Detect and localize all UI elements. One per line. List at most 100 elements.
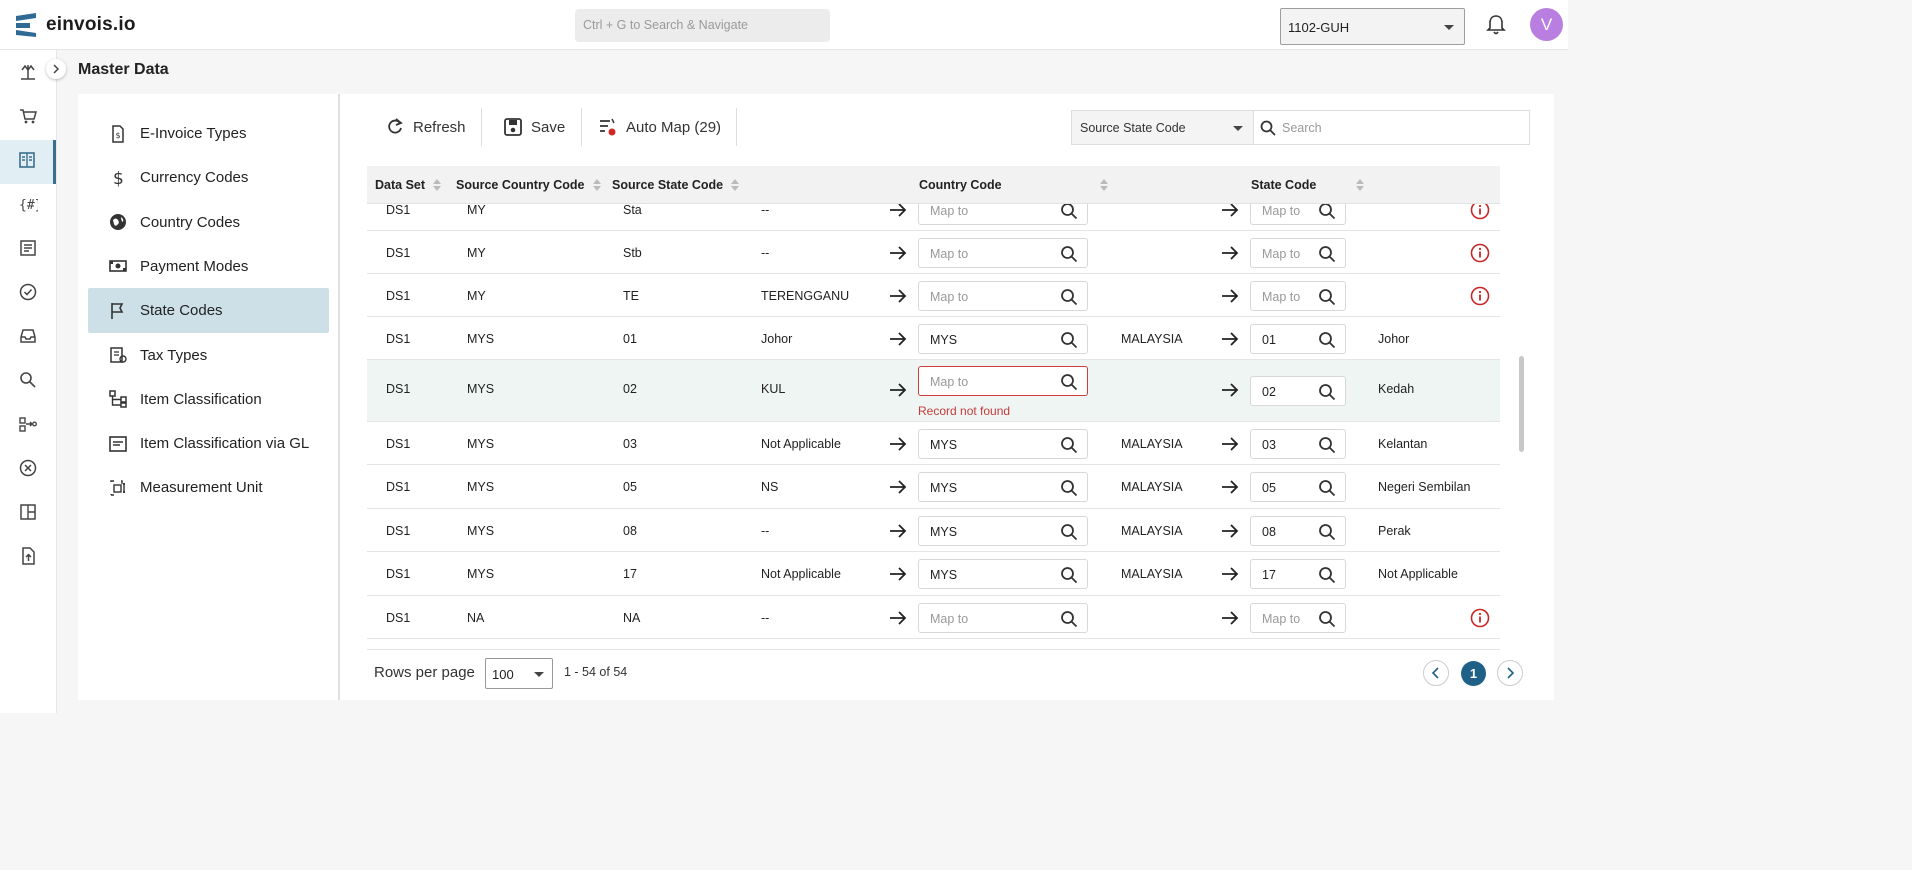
- nav-item-payment-modes[interactable]: Payment Modes: [88, 244, 329, 289]
- grid-scrollbar[interactable]: [1519, 356, 1524, 452]
- prev-page-button[interactable]: [1423, 660, 1449, 686]
- search-icon[interactable]: [1060, 436, 1078, 457]
- country-code-input[interactable]: Map to: [918, 602, 1088, 633]
- rail-item-cancel-circle[interactable]: [0, 448, 56, 492]
- country-code-input[interactable]: Map to: [918, 204, 1088, 225]
- avatar[interactable]: V: [1530, 8, 1563, 41]
- search-icon[interactable]: [1318, 436, 1336, 457]
- state-code-input[interactable]: 05: [1250, 472, 1346, 502]
- toolbar-divider: [736, 108, 737, 146]
- country-code-input[interactable]: MYS: [918, 472, 1088, 502]
- rail-item-inbox[interactable]: [0, 316, 56, 360]
- nav-item-item-classification-via-gl[interactable]: Item Classification via GL: [88, 421, 329, 466]
- arrow-right-icon: [889, 245, 907, 263]
- search-icon[interactable]: [1318, 610, 1336, 631]
- expand-sidebar-button[interactable]: [46, 59, 66, 79]
- info-warning-icon[interactable]: [1470, 608, 1490, 631]
- info-warning-icon[interactable]: [1470, 204, 1490, 223]
- save-icon: [504, 118, 522, 136]
- state-code-input[interactable]: 01: [1250, 323, 1346, 354]
- state-code-input[interactable]: Map to: [1250, 204, 1346, 225]
- rail-item-cart[interactable]: [0, 96, 56, 140]
- nav-item-e-invoice-types[interactable]: $ E-Invoice Types: [88, 111, 329, 156]
- rail-item-book[interactable]: [0, 140, 56, 184]
- rail-item-upload-file[interactable]: [0, 536, 56, 580]
- search-icon[interactable]: [1318, 566, 1336, 587]
- rail-item-list[interactable]: [0, 228, 56, 272]
- country-code-input[interactable]: MYS: [918, 559, 1088, 589]
- search-icon[interactable]: [1318, 479, 1336, 500]
- rows-per-page-select[interactable]: 100: [485, 658, 553, 689]
- rail-item-check-circle[interactable]: [0, 272, 56, 316]
- country-code-input[interactable]: MYS: [918, 428, 1088, 459]
- country-code-input[interactable]: Map to: [918, 366, 1088, 396]
- rail-item-code[interactable]: {#}: [0, 184, 56, 228]
- column-header-country-code[interactable]: Country Code: [919, 178, 1002, 192]
- country-code-input[interactable]: Map to: [918, 280, 1088, 311]
- sort-icon[interactable]: [592, 179, 601, 191]
- nav-item-measurement-unit[interactable]: Measurement Unit: [88, 465, 329, 510]
- state-code-input[interactable]: Map to: [1250, 237, 1346, 268]
- search-icon[interactable]: [1318, 331, 1336, 352]
- grid-search-input[interactable]: Search: [1253, 110, 1530, 145]
- sort-icon[interactable]: [1356, 179, 1364, 191]
- search-icon[interactable]: [1318, 245, 1336, 266]
- column-header-dataset[interactable]: Data Set: [375, 178, 442, 192]
- refresh-button[interactable]: Refresh: [385, 116, 466, 138]
- state-code-input[interactable]: 03: [1250, 428, 1346, 459]
- search-icon[interactable]: [1318, 204, 1336, 223]
- page-number-button[interactable]: 1: [1461, 661, 1486, 686]
- rail-item-flow[interactable]: [0, 404, 56, 448]
- search-field-select[interactable]: Source State Code: [1071, 110, 1254, 145]
- nav-item-label: Item Classification via GL: [140, 435, 310, 453]
- source-country-cell: MY: [467, 204, 486, 217]
- rail-item-layout[interactable]: [0, 492, 56, 536]
- sort-icon[interactable]: [433, 179, 442, 191]
- country-code-input[interactable]: MYS: [918, 515, 1088, 546]
- nav-item-tax-types[interactable]: Tax Types: [88, 333, 329, 378]
- table-row: DS1 MYS 05 NS MYS MALAYSIA 05 Negeri Sembilan: [367, 465, 1500, 509]
- sort-icon[interactable]: [731, 179, 740, 191]
- nav-item-state-codes[interactable]: State Codes: [88, 288, 329, 334]
- organization-select[interactable]: 1102-GUH: [1280, 8, 1465, 45]
- search-icon[interactable]: [1060, 331, 1078, 352]
- logo[interactable]: einvois.io: [14, 12, 136, 38]
- search-icon[interactable]: [1318, 383, 1336, 404]
- search-icon[interactable]: [1060, 204, 1078, 223]
- search-icon[interactable]: [1060, 479, 1078, 500]
- state-code-input[interactable]: Map to: [1250, 602, 1346, 633]
- search-icon[interactable]: [1060, 523, 1078, 544]
- nav-item-item-classification[interactable]: Item Classification: [88, 377, 329, 422]
- info-warning-icon[interactable]: [1470, 286, 1490, 309]
- sort-icon[interactable]: [1100, 179, 1108, 191]
- info-warning-icon[interactable]: [1470, 243, 1490, 266]
- save-button[interactable]: Save: [503, 116, 565, 138]
- global-search-input[interactable]: Ctrl + G to Search & Navigate: [575, 9, 830, 42]
- search-icon[interactable]: [1060, 288, 1078, 309]
- column-header-source-state[interactable]: Source State Code: [612, 178, 740, 192]
- search-icon[interactable]: [1060, 373, 1078, 394]
- state-code-input[interactable]: 08: [1250, 515, 1346, 546]
- chevron-down-icon: [1444, 25, 1454, 30]
- flow-icon: [18, 414, 38, 439]
- search-icon[interactable]: [1060, 245, 1078, 266]
- notification-bell-icon[interactable]: [1486, 14, 1506, 41]
- state-code-input[interactable]: Map to: [1250, 280, 1346, 311]
- search-icon[interactable]: [1060, 566, 1078, 587]
- state-code-input[interactable]: 02: [1250, 376, 1346, 406]
- next-page-button[interactable]: [1497, 660, 1523, 686]
- country-code-input[interactable]: MYS: [918, 323, 1088, 354]
- nav-item-currency-codes[interactable]: $ Currency Codes: [88, 155, 329, 200]
- rail-item-search[interactable]: [0, 360, 56, 404]
- column-header-source-country[interactable]: Source Country Code: [456, 178, 601, 192]
- column-header-state-code[interactable]: State Code: [1251, 178, 1316, 192]
- state-code-value: Map to: [1262, 246, 1301, 261]
- search-icon[interactable]: [1060, 610, 1078, 631]
- refresh-label: Refresh: [413, 118, 466, 136]
- nav-item-country-codes[interactable]: Country Codes: [88, 200, 329, 245]
- state-code-input[interactable]: 17: [1250, 559, 1346, 589]
- search-icon[interactable]: [1318, 523, 1336, 544]
- search-icon[interactable]: [1318, 288, 1336, 309]
- country-code-input[interactable]: Map to: [918, 237, 1088, 268]
- auto-map-button[interactable]: Auto Map (29): [598, 116, 721, 138]
